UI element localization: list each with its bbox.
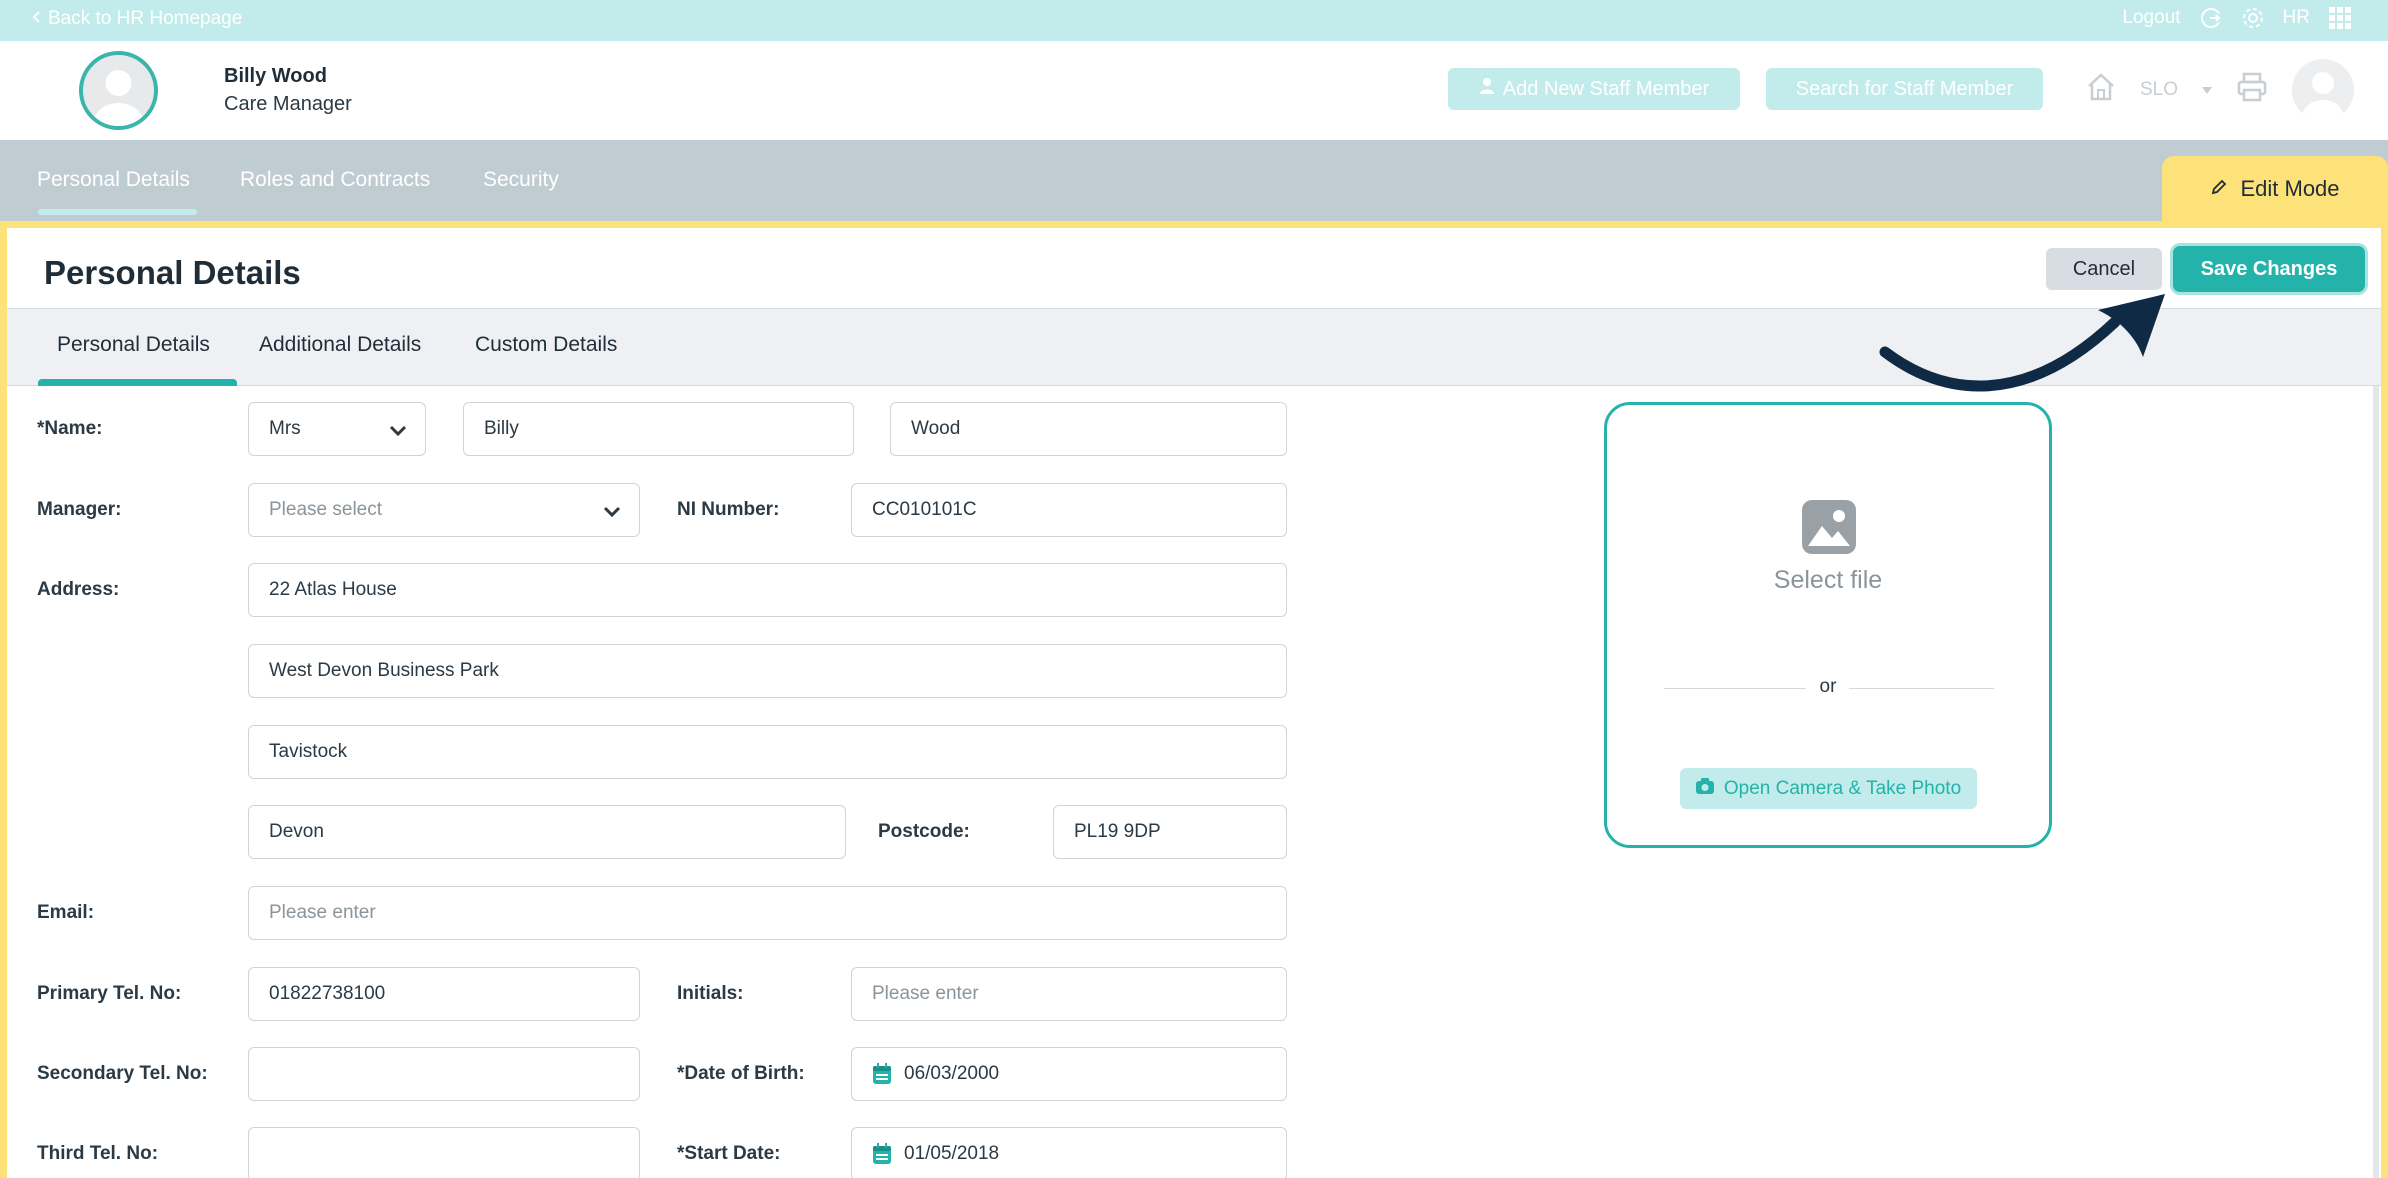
curved-arrow-icon: [1875, 282, 2185, 417]
last-name-input[interactable]: Wood: [890, 402, 1287, 456]
third-tel-input[interactable]: [248, 1127, 640, 1178]
photo-upload-box[interactable]: Select file or Open Camera & Take Photo: [1604, 402, 2052, 848]
tab-roles-and-contracts[interactable]: Roles and Contracts: [240, 168, 430, 192]
search-staff-label: Search for Staff Member: [1795, 77, 2014, 100]
tab-security[interactable]: Security: [483, 168, 559, 192]
account-avatar[interactable]: [2292, 59, 2354, 121]
chevron-left-icon: [32, 8, 42, 30]
header: Billy Wood Care Manager Add New Staff Me…: [0, 41, 2388, 140]
manager-label: Manager:: [37, 499, 122, 520]
active-tab-indicator: [38, 209, 197, 215]
start-date-input[interactable]: 01/05/2018: [851, 1127, 1287, 1178]
avatar: [79, 51, 158, 130]
primary-tel-input[interactable]: 01822738100: [248, 967, 640, 1021]
logout-link[interactable]: Logout: [2122, 7, 2180, 29]
title-select[interactable]: Mrs: [248, 402, 426, 456]
chevron-down-icon: [603, 502, 621, 524]
pencil-icon: [2210, 176, 2228, 202]
ni-number-label: NI Number:: [677, 499, 780, 520]
tab-personal-details[interactable]: Personal Details: [37, 168, 190, 192]
or-label: or: [1819, 676, 1837, 697]
user-name: Billy Wood: [224, 65, 327, 87]
header-right: SLO: [2086, 59, 2354, 121]
initials-input[interactable]: Please enter: [851, 967, 1287, 1021]
caret-down-icon[interactable]: [2202, 79, 2212, 101]
name-label: *Name:: [37, 418, 103, 439]
third-tel-label: Third Tel. No:: [37, 1143, 159, 1164]
main-nav: Personal Details Roles and Contracts Sec…: [0, 140, 2388, 221]
start-date-label: *Start Date:: [677, 1143, 781, 1164]
apps-grid-icon[interactable]: [2328, 6, 2352, 30]
address-line3-input[interactable]: Tavistock: [248, 725, 1287, 779]
hr-label[interactable]: HR: [2283, 7, 2310, 29]
select-file-label[interactable]: Select file: [1607, 566, 2049, 595]
site-selector[interactable]: SLO: [2140, 79, 2178, 101]
user-role: Care Manager: [224, 93, 352, 115]
title-value: Mrs: [269, 418, 301, 439]
address-line2-input[interactable]: West Devon Business Park: [248, 644, 1287, 698]
back-to-hr-link[interactable]: Back to HR Homepage: [32, 8, 242, 30]
ni-number-input[interactable]: CC010101C: [851, 483, 1287, 537]
first-name-input[interactable]: Billy: [463, 402, 854, 456]
chevron-down-icon: [389, 421, 407, 443]
date-of-birth-input[interactable]: 06/03/2000: [851, 1047, 1287, 1101]
top-strip: Back to HR Homepage Logout HR: [0, 0, 2388, 41]
camera-icon: [1695, 777, 1714, 800]
save-changes-button[interactable]: Save Changes: [2173, 246, 2365, 292]
gear-icon[interactable]: [2241, 6, 2265, 30]
start-date-value: 01/05/2018: [904, 1143, 1000, 1164]
subtab-custom-details[interactable]: Custom Details: [475, 333, 617, 357]
open-camera-label: Open Camera & Take Photo: [1723, 777, 1962, 799]
calendar-icon[interactable]: [872, 1143, 892, 1165]
edit-mode-tab[interactable]: Edit Mode: [2162, 156, 2388, 221]
home-icon[interactable]: [2086, 72, 2116, 108]
search-staff-button[interactable]: Search for Staff Member: [1766, 68, 2043, 110]
open-camera-button[interactable]: Open Camera & Take Photo: [1680, 768, 1977, 809]
date-of-birth-value: 06/03/2000: [904, 1063, 1000, 1084]
subtab-personal-details[interactable]: Personal Details: [57, 333, 210, 357]
address-line4-input[interactable]: Devon: [248, 805, 846, 859]
secondary-tel-label: Secondary Tel. No:: [37, 1063, 208, 1084]
manager-placeholder: Please select: [269, 499, 383, 520]
add-staff-label: Add New Staff Member: [1502, 77, 1710, 100]
address-label: Address:: [37, 579, 120, 600]
email-label: Email:: [37, 902, 95, 923]
email-input[interactable]: Please enter: [248, 886, 1287, 940]
scrollbar[interactable]: [2373, 386, 2379, 1178]
date-of-birth-label: *Date of Birth:: [677, 1063, 805, 1084]
primary-tel-label: Primary Tel. No:: [37, 983, 182, 1004]
secondary-tel-input[interactable]: [248, 1047, 640, 1101]
add-staff-button[interactable]: Add New Staff Member: [1448, 68, 1740, 110]
address-line1-input[interactable]: 22 Atlas House: [248, 563, 1287, 617]
page-title: Personal Details: [44, 254, 301, 291]
printer-icon[interactable]: [2236, 71, 2268, 109]
top-right-actions: Logout HR: [2122, 6, 2352, 30]
user-plus-icon: [1479, 77, 1495, 101]
initials-label: Initials:: [677, 983, 744, 1004]
postcode-input[interactable]: PL19 9DP: [1053, 805, 1287, 859]
calendar-icon[interactable]: [872, 1063, 892, 1085]
postcode-label: Postcode:: [878, 821, 970, 842]
subtab-additional-details[interactable]: Additional Details: [259, 333, 421, 357]
image-icon: [1802, 500, 1856, 559]
back-link-label: Back to HR Homepage: [48, 8, 243, 29]
edit-mode-label: Edit Mode: [2240, 175, 2340, 201]
manager-select[interactable]: Please select: [248, 483, 640, 537]
active-subtab-indicator: [38, 379, 237, 386]
logout-icon[interactable]: [2199, 6, 2223, 30]
